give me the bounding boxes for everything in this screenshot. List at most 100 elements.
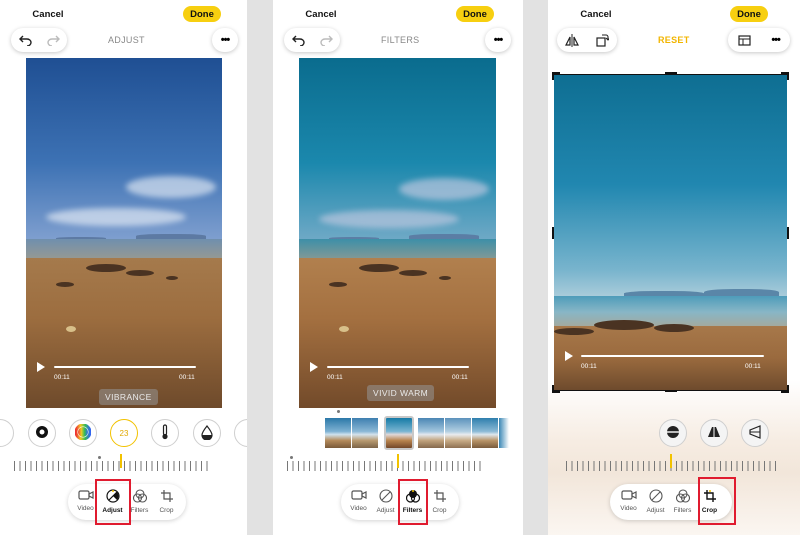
saturation-icon	[74, 423, 92, 442]
crop-handle[interactable]	[787, 227, 789, 239]
crop-handle[interactable]	[552, 385, 560, 393]
video-icon	[77, 489, 94, 505]
video-scrubber[interactable]	[581, 355, 764, 357]
play-icon[interactable]	[565, 351, 573, 361]
slider-origin-dot	[290, 456, 293, 459]
straighten-button[interactable]	[659, 419, 687, 447]
tab-label: Video	[350, 505, 367, 512]
filter-thumb[interactable]	[472, 418, 498, 448]
video-preview[interactable]	[299, 58, 496, 408]
filter-thumb[interactable]	[325, 418, 351, 448]
filter-name-label: VIVID WARM	[367, 385, 435, 401]
adjust-tool-black-point[interactable]	[28, 419, 56, 447]
tab-label: Adjust	[376, 507, 395, 514]
undo-icon[interactable]	[291, 35, 305, 46]
crop-handle[interactable]	[552, 72, 560, 80]
filter-position-dot	[337, 410, 340, 413]
tab-label: Video	[620, 505, 637, 512]
redo-icon[interactable]	[46, 35, 60, 46]
cancel-button[interactable]: Cancel	[297, 6, 345, 22]
value-slider[interactable]	[14, 461, 208, 471]
tab-adjust[interactable]: Adjust	[642, 489, 669, 514]
cancel-button[interactable]: Cancel	[24, 6, 72, 22]
filter-thumb[interactable]	[352, 418, 378, 448]
more-button[interactable]: •••	[212, 28, 238, 52]
play-icon[interactable]	[37, 362, 45, 372]
adjustment-name-label: VIBRANCE	[99, 389, 158, 405]
vertical-perspective-button[interactable]	[700, 419, 728, 447]
adjust-icon	[378, 489, 393, 507]
video-icon	[620, 489, 637, 505]
tab-video[interactable]: Video	[615, 489, 642, 512]
filters-icon	[132, 489, 147, 507]
adjust-tool-saturation[interactable]	[69, 419, 97, 447]
straighten-icon	[666, 425, 680, 441]
done-button[interactable]: Done	[730, 6, 768, 22]
filter-thumb[interactable]	[445, 418, 471, 448]
highlight-box	[698, 477, 736, 525]
flip-icon[interactable]	[565, 33, 580, 47]
done-button[interactable]: Done	[456, 6, 494, 22]
play-icon[interactable]	[310, 362, 318, 372]
current-time: 00:11	[327, 374, 343, 381]
adjust-tool-partial[interactable]	[0, 419, 14, 447]
adjust-tool-tint[interactable]	[193, 419, 221, 447]
vertical-perspective-icon	[707, 425, 721, 441]
filter-thumb-selected[interactable]	[384, 416, 414, 450]
adjust-tool-warmth[interactable]	[151, 419, 179, 447]
more-icon: •••	[493, 34, 504, 46]
mode-title: FILTERS	[381, 35, 420, 45]
rotation-slider[interactable]	[566, 461, 780, 471]
horizontal-perspective-button[interactable]	[741, 419, 769, 447]
total-time: 00:11	[452, 374, 468, 381]
tab-crop[interactable]: Crop	[153, 489, 180, 514]
cancel-button[interactable]: Cancel	[572, 6, 620, 22]
crop-handle[interactable]	[665, 390, 677, 392]
filter-thumb-partial[interactable]	[499, 418, 509, 448]
undo-redo-pill	[284, 28, 340, 52]
crop-icon	[160, 489, 174, 507]
adjust-tool-vibrance[interactable]: 23	[110, 419, 138, 447]
more-icon[interactable]: •••	[771, 34, 781, 46]
undo-icon[interactable]	[18, 35, 32, 46]
tab-crop[interactable]: Crop	[426, 489, 453, 514]
adjust-tool-partial-right[interactable]	[234, 419, 247, 447]
aspect-ratio-icon[interactable]	[738, 34, 751, 46]
filter-thumb[interactable]	[418, 418, 444, 448]
mode-title: ADJUST	[108, 35, 145, 45]
intensity-slider[interactable]	[287, 461, 481, 471]
crop-handle[interactable]	[781, 72, 789, 80]
done-button[interactable]: Done	[183, 6, 221, 22]
video-preview[interactable]	[26, 58, 222, 408]
tab-adjust[interactable]: Adjust	[372, 489, 399, 514]
more-icon: •••	[220, 34, 231, 46]
tab-filters[interactable]: Filters	[669, 489, 696, 514]
tab-label: Crop	[159, 507, 174, 514]
rotate-icon[interactable]	[596, 33, 609, 47]
crop-icon	[433, 489, 447, 507]
redo-icon[interactable]	[319, 35, 333, 46]
adjust-icon	[648, 489, 663, 507]
highlight-box	[95, 479, 131, 525]
transform-pill	[557, 28, 617, 52]
video-scrubber[interactable]	[54, 366, 196, 368]
tab-label: Filters	[130, 507, 149, 514]
adjust-panel: Cancel Done ADJUST ••• 00:11 00:11 VIBRA…	[0, 0, 247, 535]
tab-label: Filters	[673, 507, 692, 514]
tab-video[interactable]: Video	[345, 489, 372, 512]
crop-handle[interactable]	[552, 227, 554, 239]
slider-origin-dot	[98, 456, 101, 459]
crop-handle[interactable]	[781, 385, 789, 393]
video-preview[interactable]	[554, 74, 787, 390]
more-button[interactable]: •••	[485, 28, 511, 52]
crop-frame-edge	[554, 74, 787, 75]
filters-icon	[675, 489, 690, 507]
reset-button[interactable]: RESET	[658, 35, 690, 45]
filters-panel: Cancel Done FILTERS ••• 00:11 00:11 VIVI…	[273, 0, 523, 535]
video-scrubber[interactable]	[327, 366, 469, 368]
horizontal-perspective-icon	[748, 425, 762, 441]
tab-label: Crop	[432, 507, 447, 514]
crop-handle[interactable]	[665, 72, 677, 74]
current-time: 00:11	[581, 363, 597, 370]
slider-position-marker	[397, 454, 399, 468]
